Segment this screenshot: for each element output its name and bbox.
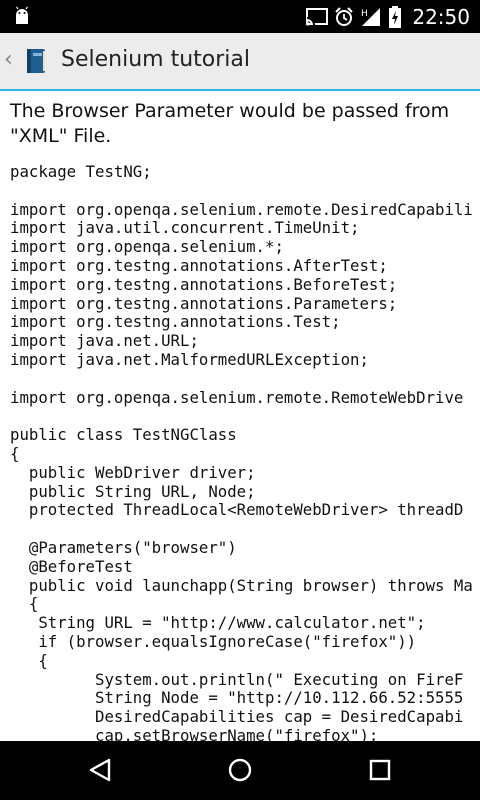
code-line: System.out.println(" Executing on FireF bbox=[10, 669, 464, 689]
home-nav-icon[interactable] bbox=[225, 755, 255, 785]
code-line: import org.openqa.selenium.remote.Remote… bbox=[10, 387, 464, 407]
android-debug-icon bbox=[16, 6, 28, 24]
code-line: DesiredCapabilities cap = DesiredCapabi bbox=[10, 707, 464, 727]
page-title: Selenium tutorial bbox=[61, 47, 250, 72]
code-line: import org.testng.annotations.AfterTest; bbox=[10, 255, 388, 275]
intro-text: The Browser Parameter would be passed fr… bbox=[10, 100, 450, 147]
code-line: import org.openqa.selenium.remote.Desire… bbox=[10, 199, 473, 219]
up-caret-icon[interactable]: ‹ bbox=[4, 47, 13, 72]
book-app-icon[interactable] bbox=[24, 48, 48, 74]
code-line: String Node = "http://10.112.66.52:5555 bbox=[10, 688, 464, 708]
code-line: public String URL, Node; bbox=[10, 481, 256, 501]
code-line: import java.util.concurrent.TimeUnit; bbox=[10, 218, 360, 238]
code-line: import org.openqa.selenium.*; bbox=[10, 237, 284, 257]
code-line: import org.testng.annotations.BeforeTest… bbox=[10, 274, 398, 294]
clock: 22:50 bbox=[412, 4, 470, 29]
code-line: public void launchapp(String browser) th… bbox=[10, 575, 473, 595]
code-line: import org.testng.annotations.Parameters… bbox=[10, 293, 398, 313]
recents-nav-icon[interactable] bbox=[365, 755, 395, 785]
code-line: String URL = "http://www.calculator.net"… bbox=[10, 613, 426, 633]
code-line: public class TestNGClass bbox=[10, 425, 237, 445]
cast-icon bbox=[306, 7, 329, 26]
code-line: { bbox=[10, 650, 48, 670]
alarm-icon bbox=[335, 6, 354, 26]
back-nav-icon[interactable] bbox=[85, 755, 115, 785]
code-line: import org.testng.annotations.Test; bbox=[10, 312, 341, 332]
code-line: if (browser.equalsIgnoreCase("firefox")) bbox=[10, 631, 417, 651]
code-block: package TestNG; import org.openqa.seleniu… bbox=[10, 162, 473, 741]
navigation-bar bbox=[0, 741, 480, 800]
code-line: { bbox=[10, 594, 39, 614]
code-line: @Parameters("browser") bbox=[10, 537, 237, 557]
code-line: @BeforeTest bbox=[10, 556, 133, 576]
code-line: { bbox=[10, 443, 20, 463]
battery-charging-icon bbox=[389, 5, 402, 28]
svg-text:H: H bbox=[361, 9, 368, 19]
status-bar: H 22:50 bbox=[0, 0, 480, 33]
code-line: import java.net.MalformedURLException; bbox=[10, 349, 369, 369]
code-line: package TestNG; bbox=[10, 162, 152, 181]
code-line: cap.setBrowserName("firefox"); bbox=[10, 725, 379, 741]
signal-h-icon: H bbox=[361, 7, 381, 26]
app-bar: ‹ Selenium tutorial bbox=[0, 33, 480, 91]
code-line: protected ThreadLocal<RemoteWebDriver> t… bbox=[10, 500, 464, 520]
tutorial-content[interactable]: The Browser Parameter would be passed fr… bbox=[0, 91, 480, 741]
code-line: public WebDriver driver; bbox=[10, 462, 256, 482]
code-line: import java.net.URL; bbox=[10, 331, 199, 351]
